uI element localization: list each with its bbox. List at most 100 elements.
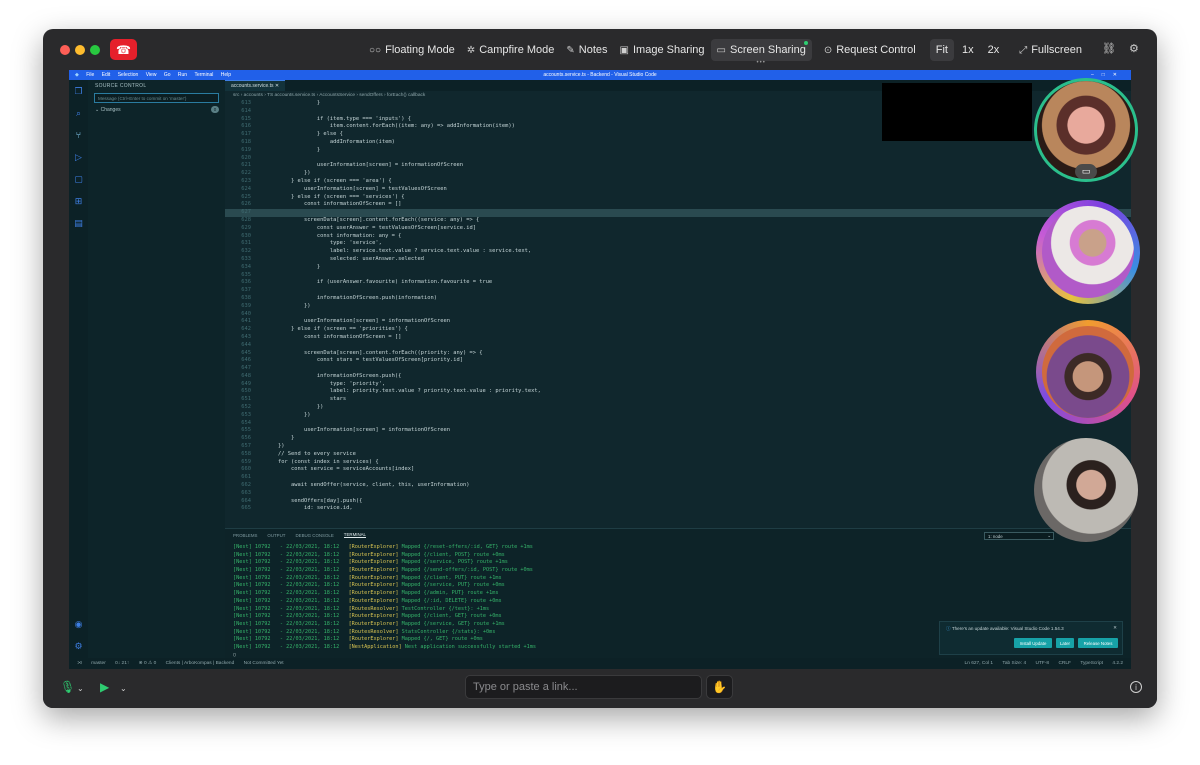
code-line[interactable]: 624 userInformation[screen] = testValues… (225, 186, 1131, 194)
close-icon[interactable]: ✕ (275, 83, 279, 89)
code-line[interactable]: 636 if (userAnswer.favourite) informatio… (225, 279, 1131, 287)
zoom-2x-button[interactable]: 2x (982, 39, 1006, 61)
remote-icon[interactable]: ▢ (69, 168, 88, 190)
code-line[interactable]: 621 userInformation[screen] = informatio… (225, 162, 1131, 170)
code-line[interactable]: 642 } else if (screen == 'priorities') { (225, 326, 1131, 334)
source-control-icon[interactable]: ⑂ (69, 124, 88, 146)
campfire-mode-button[interactable]: ✲ Campfire Mode (461, 39, 561, 61)
shared-screen[interactable]: ◆ File Edit Selection View Go Run Termin… (69, 70, 1131, 669)
commit-message-input[interactable]: Message (Ctrl+Enter to commit on 'master… (94, 93, 219, 103)
install-update-button[interactable]: Install Update (1014, 638, 1052, 648)
code-line[interactable]: 637 (225, 287, 1131, 295)
fullscreen-button[interactable]: ⤢ Fullscreen (1013, 39, 1088, 61)
gear-icon[interactable]: ⚙ (1129, 42, 1139, 55)
floating-mode-button[interactable]: ○○ Floating Mode (363, 39, 461, 61)
image-sharing-button[interactable]: ▣ Image Sharing (614, 39, 711, 61)
code-line[interactable]: 619 } (225, 147, 1131, 155)
code-line[interactable]: 632 label: service.text.value ? service.… (225, 248, 1131, 256)
code-line[interactable]: 661 (225, 474, 1131, 482)
minimize-window-button[interactable] (75, 45, 85, 55)
code-line[interactable]: 660 const service = serviceAccounts[inde… (225, 466, 1131, 474)
participant-video-4[interactable] (1034, 438, 1138, 542)
code-line[interactable]: 652 }) (225, 404, 1131, 412)
code-line[interactable]: 628 screenData[screen].content.forEach((… (225, 217, 1131, 225)
notes-button[interactable]: ✎ Notes (560, 39, 613, 61)
link-input[interactable]: Type or paste a link... (465, 675, 702, 699)
screen-sharing-button[interactable]: ▭ Screen Sharing ••• (710, 39, 812, 66)
code-line[interactable]: 662 await sendOffer(service, client, thi… (225, 482, 1131, 490)
folder-icon[interactable]: ▤ (69, 212, 88, 234)
code-line[interactable]: 625 } else if (screen === 'services') { (225, 194, 1131, 202)
code-line[interactable]: 647 (225, 365, 1131, 373)
code-editor[interactable]: 613 } 614 615 if (item.type === 'inputs') … (225, 100, 1131, 513)
tab-debug-console[interactable]: DEBUG CONSOLE (295, 533, 333, 538)
fit-button[interactable]: Fit (929, 39, 954, 61)
changes-group[interactable]: ⌄ Changes 0 (88, 106, 225, 113)
account-icon[interactable]: ◉ (69, 613, 88, 635)
tab-output[interactable]: OUTPUT (267, 533, 285, 538)
terminal-select[interactable]: 1: node ⌄ (984, 532, 1054, 540)
code-line[interactable]: 665 id: service.id, (225, 505, 1131, 513)
code-line[interactable]: 656 } (225, 435, 1131, 443)
code-line[interactable]: 645 screenData[screen].content.forEach((… (225, 350, 1131, 358)
chevron-down-icon[interactable]: ⌄ (77, 684, 84, 693)
code-line[interactable]: 655 userInformation[screen] = informatio… (225, 427, 1131, 435)
tab-accounts-service[interactable]: accounts.service.ts ✕ (225, 80, 286, 91)
code-line[interactable]: 620 (225, 155, 1131, 163)
code-line[interactable]: 651 stars (225, 396, 1131, 404)
code-line[interactable]: 639 }) (225, 303, 1131, 311)
vscode-window-controls[interactable]: –□✕ (1091, 72, 1125, 78)
tab-terminal[interactable]: TERMINAL (343, 532, 366, 538)
code-line[interactable]: 659 for (const index in services) { (225, 459, 1131, 467)
extensions-icon[interactable]: ⊞ (69, 190, 88, 212)
editor-area[interactable]: accounts.service.ts ✕ src › accounts › T… (225, 80, 1131, 528)
code-line[interactable]: 643 const informationOfScreen = [] (225, 334, 1131, 342)
code-line[interactable]: 663 (225, 490, 1131, 498)
code-line[interactable]: 641 userInformation[screen] = informatio… (225, 318, 1131, 326)
explorer-icon[interactable]: ❐ (69, 80, 88, 102)
code-line[interactable]: 622 }) (225, 170, 1131, 178)
code-line[interactable]: 664 sendOffers[day].push({ (225, 498, 1131, 506)
settings-gear-icon[interactable]: ⚙ (69, 635, 88, 657)
search-icon[interactable]: ⌕ (69, 102, 88, 124)
code-line[interactable]: 634 } (225, 264, 1131, 272)
release-notes-button[interactable]: Release Notes (1078, 638, 1118, 648)
status-tab-size[interactable]: Tab Size: 4 (1002, 661, 1026, 666)
code-line[interactable]: 623 } else if (screen === 'area') { (225, 178, 1131, 186)
code-line[interactable]: 650 label: priority.text.value ? priorit… (225, 388, 1131, 396)
status-blame[interactable]: Not Committed Yet (244, 661, 284, 666)
hang-up-button[interactable]: ☎ (110, 39, 137, 60)
status-cursor[interactable]: Ln 627, Col 1 (965, 661, 994, 666)
code-line[interactable]: 627 (225, 209, 1131, 217)
code-line[interactable]: 646 const stars = testValuesOfScreen[pri… (225, 357, 1131, 365)
participant-video-2[interactable] (1036, 200, 1140, 304)
code-line[interactable]: 653 }) (225, 412, 1131, 420)
raise-hand-button[interactable]: ✋ (706, 675, 733, 699)
chevron-down-icon[interactable]: ⌄ (120, 684, 127, 693)
status-branch[interactable]: master (91, 661, 106, 666)
code-line[interactable]: 638 informationOfScreen.push(information… (225, 295, 1131, 303)
code-line[interactable]: 640 (225, 311, 1131, 319)
status-encoding[interactable]: UTF-8 (1036, 661, 1050, 666)
code-line[interactable]: 644 (225, 342, 1131, 350)
code-line[interactable]: 648 informationOfScreen.push({ (225, 373, 1131, 381)
status-sync[interactable]: 0↓ 21↑ (115, 661, 129, 666)
code-line[interactable]: 631 type: 'service', (225, 240, 1131, 248)
code-line[interactable]: 658 // Send to every service (225, 451, 1131, 459)
code-line[interactable]: 654 (225, 420, 1131, 428)
code-line[interactable]: 630 const information: any = { (225, 233, 1131, 241)
close-icon[interactable]: ✕ (1113, 625, 1117, 631)
status-problems[interactable]: ⊗ 0 ⚠ 0 (139, 661, 157, 666)
remote-icon[interactable]: ⋊ (77, 661, 82, 666)
status-language[interactable]: TypeScript (1080, 661, 1103, 666)
code-line[interactable]: 657 }) (225, 443, 1131, 451)
close-window-button[interactable] (60, 45, 70, 55)
info-icon[interactable]: i (1130, 681, 1142, 693)
status-ts-version[interactable]: 4.2.2 (1112, 661, 1123, 666)
later-button[interactable]: Later (1056, 638, 1074, 648)
code-line[interactable]: 626 const informationOfScreen = [] (225, 201, 1131, 209)
run-debug-icon[interactable]: ▷ (69, 146, 88, 168)
status-workspace[interactable]: Clients | ArboKompas | Backend (166, 661, 235, 666)
zoom-1x-button[interactable]: 1x (956, 39, 980, 61)
status-eol[interactable]: CRLF (1058, 661, 1071, 666)
